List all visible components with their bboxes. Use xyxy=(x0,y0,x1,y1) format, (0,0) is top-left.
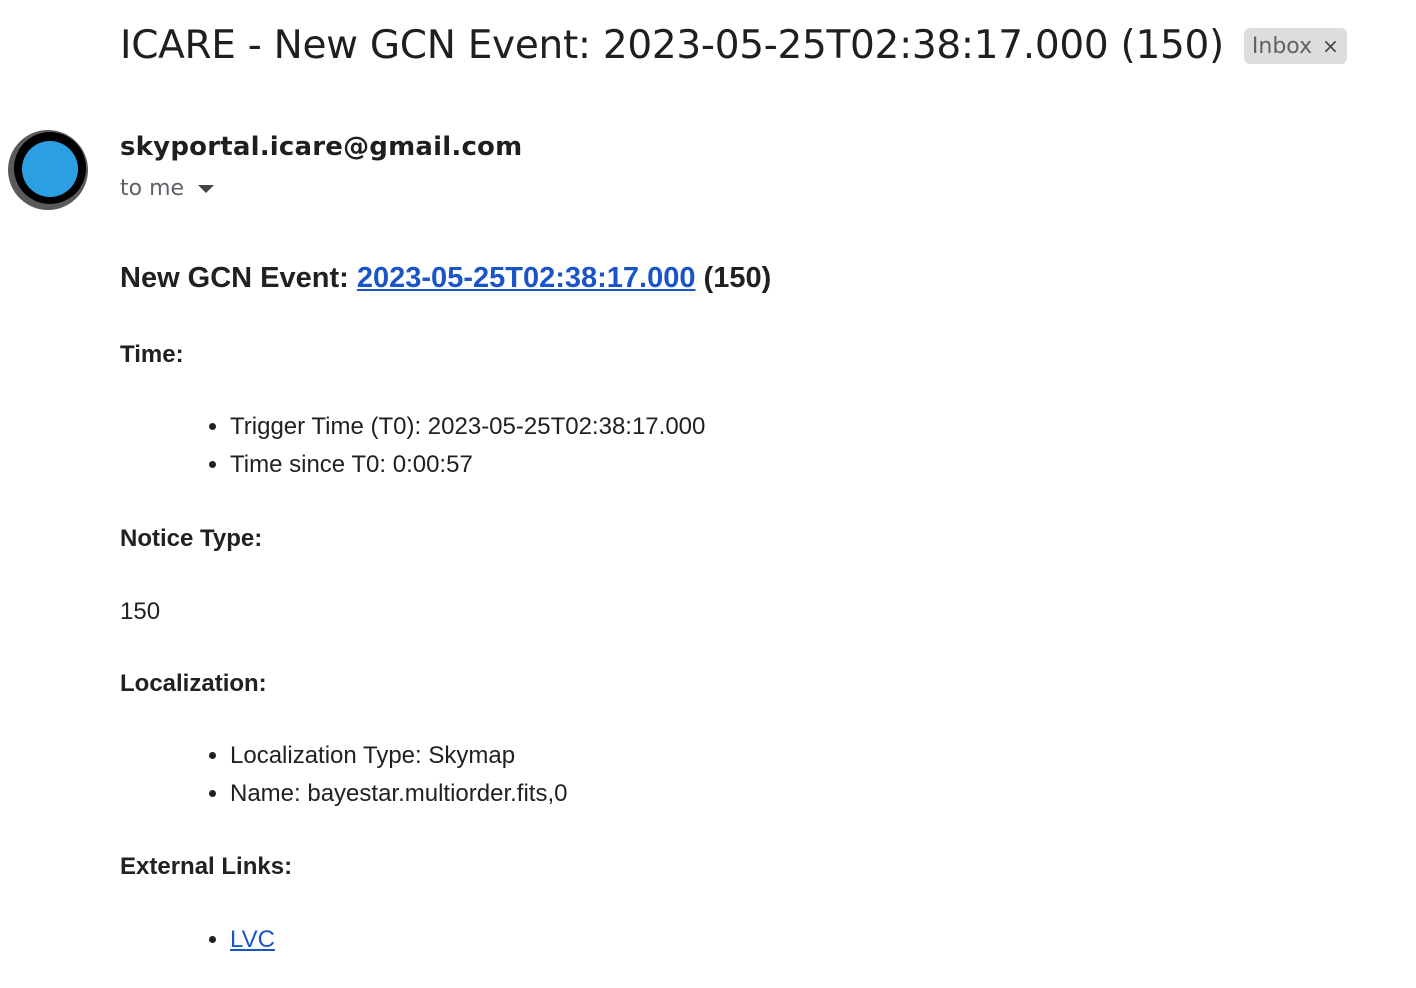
body-heading: New GCN Event: 2023-05-25T02:38:17.000 (… xyxy=(120,258,1320,298)
avatar-circle-icon xyxy=(22,141,78,197)
time-list: Trigger Time (T0): 2023-05-25T02:38:17.0… xyxy=(120,408,1320,484)
list-item: LVC xyxy=(230,921,1320,959)
email-subject-row: ICARE - New GCN Event: 2023-05-25T02:38:… xyxy=(120,18,1347,74)
heading-suffix: (150) xyxy=(703,262,772,294)
list-item: Trigger Time (T0): 2023-05-25T02:38:17.0… xyxy=(230,408,1320,446)
sender-email[interactable]: skyportal.icare@gmail.com xyxy=(120,132,522,162)
lvc-link[interactable]: LVC xyxy=(230,926,275,953)
notice-type-heading: Notice Type: xyxy=(120,525,263,552)
external-links-heading: External Links: xyxy=(120,853,293,880)
recipients-text: to me xyxy=(120,176,185,201)
notice-type-value: 150 xyxy=(120,598,161,625)
localization-heading: Localization: xyxy=(120,670,267,697)
heading-prefix: New GCN Event: xyxy=(120,262,349,294)
localization-list: Localization Type: Skymap Name: bayestar… xyxy=(120,737,1320,813)
inbox-label-chip[interactable]: Inbox × xyxy=(1243,28,1347,64)
event-link[interactable]: 2023-05-25T02:38:17.000 xyxy=(357,262,696,294)
remove-label-icon[interactable]: × xyxy=(1322,34,1339,58)
external-links-list: LVC xyxy=(120,921,1320,959)
email-body: New GCN Event: 2023-05-25T02:38:17.000 (… xyxy=(120,258,1320,959)
list-item: Time since T0: 0:00:57 xyxy=(230,446,1320,484)
avatar[interactable] xyxy=(8,130,88,210)
inbox-label-text: Inbox xyxy=(1251,33,1313,59)
recipients-line[interactable]: to me xyxy=(120,176,215,201)
time-heading: Time: xyxy=(120,341,184,368)
list-item: Name: bayestar.multiorder.fits,0 xyxy=(230,775,1320,813)
chevron-down-icon[interactable] xyxy=(198,184,215,193)
email-subject: ICARE - New GCN Event: 2023-05-25T02:38:… xyxy=(120,23,1224,68)
list-item: Localization Type: Skymap xyxy=(230,737,1320,775)
